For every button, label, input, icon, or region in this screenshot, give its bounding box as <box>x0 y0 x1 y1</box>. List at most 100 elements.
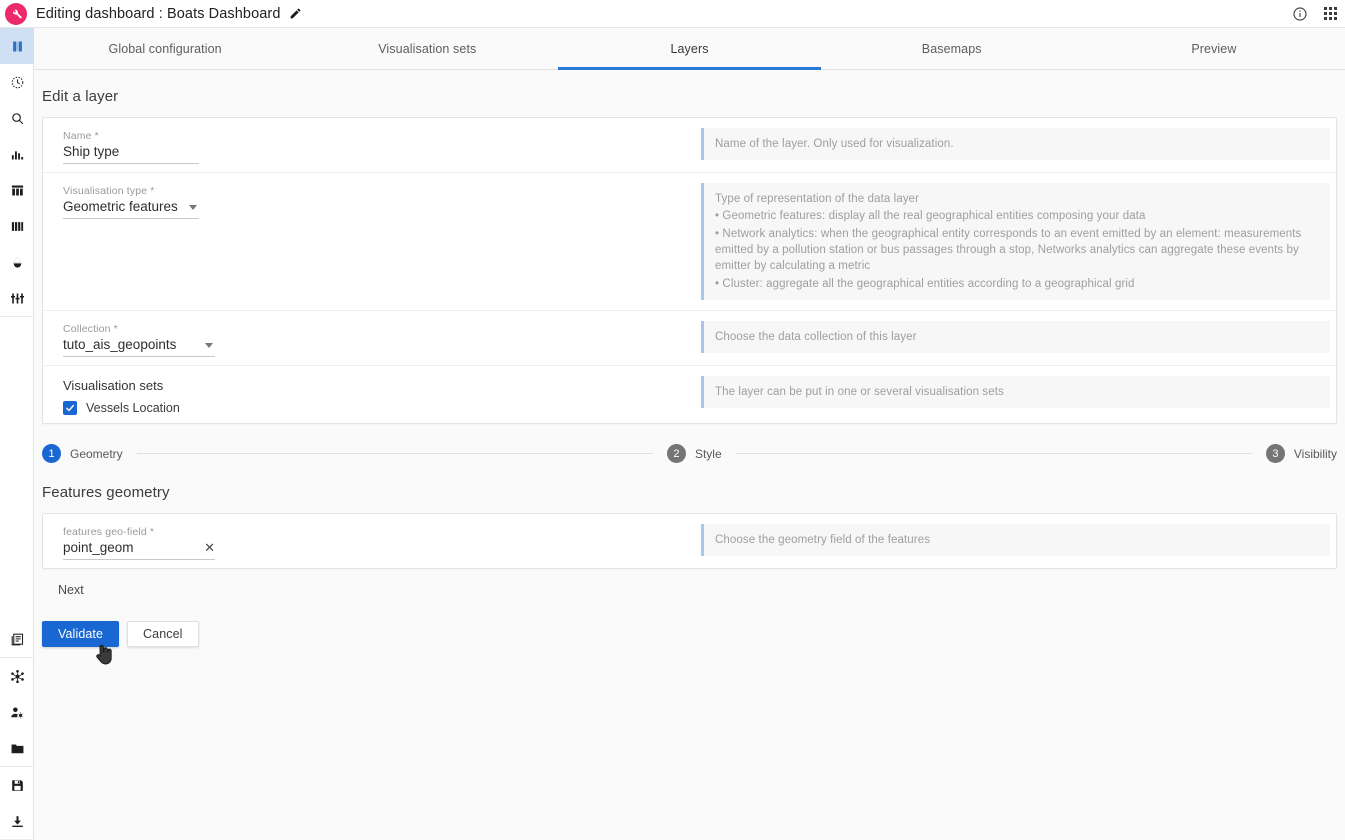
next-button[interactable]: Next <box>34 569 84 597</box>
form-row-visualisation-type: Visualisation type * Geometric features … <box>43 173 1336 311</box>
geo-field-help-text: Choose the geometry field of the feature… <box>715 533 931 546</box>
form-row-vsets-left: Visualisation sets Vessels Location <box>43 366 701 423</box>
sidebar-item-droplet[interactable] <box>0 244 34 280</box>
form-row-visualisation-sets: Visualisation sets Vessels Location The … <box>43 366 1336 423</box>
rail-group-primary <box>0 28 34 317</box>
close-x-icon[interactable]: ✕ <box>204 541 215 554</box>
validate-button[interactable]: Validate <box>42 620 120 647</box>
vessels-location-checkbox[interactable] <box>63 400 77 415</box>
tab-label: Basemaps <box>921 41 982 56</box>
apps-grid-icon[interactable] <box>1315 0 1345 28</box>
sidebar-item-timeline[interactable] <box>0 64 34 100</box>
sidebar-item-columns[interactable] <box>0 208 34 244</box>
vessels-location-label: Vessels Location <box>86 400 180 415</box>
step-geometry-number: 1 <box>42 444 61 464</box>
sidebar-item-table[interactable] <box>0 172 34 208</box>
form-row-geofield-left: features geo-field * point_geom ✕ <box>43 514 701 568</box>
vsets-help-text: The layer can be put in one or several v… <box>715 385 1004 398</box>
rail-subgroup-io <box>0 767 34 840</box>
tab-label: Global configuration <box>108 41 222 56</box>
page-title-text: Editing dashboard : Boats Dashboard <box>36 5 281 22</box>
layer-form-card: Name * Name of the layer. Only used for … <box>42 117 1337 424</box>
features-geometry-heading: Features geometry <box>42 483 170 501</box>
name-input-wrap[interactable] <box>63 144 240 164</box>
sidebar-item-search[interactable] <box>0 100 34 136</box>
step-geometry-label: Geometry <box>70 446 123 461</box>
rail-subgroup-tools <box>0 658 34 767</box>
chevron-down-icon[interactable] <box>205 342 213 348</box>
step-style-label: Style <box>694 446 722 461</box>
form-row-name-left: Name * <box>43 118 701 172</box>
form-row-collection-right: Choose the data collection of this layer <box>701 311 1336 365</box>
visualisation-type-label: Visualisation type * <box>63 185 155 197</box>
visualisation-set-option[interactable]: Vessels Location <box>63 400 701 415</box>
geo-field-input-wrap[interactable]: point_geom ✕ <box>63 540 215 560</box>
tab-basemaps[interactable]: Basemaps <box>821 28 1083 69</box>
form-row-geo-field: features geo-field * point_geom ✕ Choose… <box>43 514 1336 568</box>
pointer-hand-cursor <box>95 643 113 670</box>
tab-layers[interactable]: Layers <box>558 28 821 70</box>
visualisation-type-select[interactable]: Geometric features <box>63 199 199 219</box>
sidebar-item-user-settings[interactable] <box>0 694 34 730</box>
visualisation-type-value: Geometric features <box>63 199 178 214</box>
page-content: Edit a layer Name * Name of the layer. O… <box>34 70 1345 840</box>
vistype-help-line-1: • Geometric features: display all the re… <box>715 210 1146 223</box>
geo-field-label: features geo-field * <box>63 525 155 538</box>
name-input[interactable] <box>63 144 240 159</box>
tab-visualisation-sets[interactable]: Visualisation sets <box>296 28 558 69</box>
sidebar-item-download[interactable] <box>0 803 34 839</box>
features-geometry-card: features geo-field * point_geom ✕ Choose… <box>42 512 1337 569</box>
sidebar-item-analytics[interactable] <box>0 136 34 172</box>
pencil-icon[interactable] <box>289 7 302 20</box>
tab-global-configuration[interactable]: Global configuration <box>34 28 296 69</box>
vistype-help-title: Type of representation of the data layer <box>715 193 920 205</box>
form-row-vistype-right: Type of representation of the data layer… <box>701 173 1336 310</box>
tab-label: Visualisation sets <box>378 41 477 56</box>
collection-help-text: Choose the data collection of this layer <box>715 330 917 343</box>
app-root: Editing dashboard : Boats Dashboard Glob… <box>0 0 1345 840</box>
vistype-help-line-2: • Network analytics: when the geographic… <box>715 227 1302 273</box>
rail-subgroup-pages <box>0 621 34 658</box>
top-bar: Editing dashboard : Boats Dashboard <box>0 0 1345 28</box>
step-visibility-label: Visibility <box>1293 446 1337 461</box>
form-row-vistype-left: Visualisation type * Geometric features <box>43 173 701 310</box>
tab-preview[interactable]: Preview <box>1083 28 1345 69</box>
step-visibility[interactable]: 3 Visibility <box>1265 444 1337 464</box>
wrench-logo-icon[interactable] <box>5 2 27 25</box>
layer-stepper: 1 Geometry 2 Style 3 Visibility <box>42 438 1337 470</box>
info-circle-icon[interactable] <box>1285 0 1315 28</box>
name-help-text: Name of the layer. Only used for visuali… <box>715 138 954 150</box>
form-actions: Validate Cancel <box>34 599 1345 665</box>
sidebar-item-network[interactable] <box>0 658 34 694</box>
collection-value: tuto_ais_geopoints <box>63 336 177 352</box>
form-row-geofield-right: Choose the geometry field of the feature… <box>701 514 1336 568</box>
sidebar-item-sliders[interactable] <box>0 280 34 316</box>
chevron-down-icon[interactable] <box>189 205 197 210</box>
edit-layer-heading: Edit a layer <box>42 88 119 105</box>
cancel-button[interactable]: Cancel <box>127 620 199 647</box>
collection-select[interactable]: tuto_ais_geopoints <box>63 337 215 357</box>
tab-label: Layers <box>670 41 709 56</box>
sidebar-item-map[interactable] <box>0 28 34 64</box>
step-geometry[interactable]: 1 Geometry <box>42 444 123 464</box>
visualisation-type-help-box: Type of representation of the data layer… <box>701 183 1330 300</box>
name-help-box: Name of the layer. Only used for visuali… <box>701 128 1330 161</box>
step-visibility-number: 3 <box>1265 444 1285 464</box>
visualisation-sets-help-box: The layer can be put in one or several v… <box>701 375 1330 409</box>
step-connector <box>136 453 653 455</box>
rail-group-bottom <box>0 621 34 840</box>
form-row-name-right: Name of the layer. Only used for visuali… <box>701 118 1336 172</box>
form-row-collection: Collection * tuto_ais_geopoints Choose t… <box>43 311 1336 366</box>
sidebar-item-pages[interactable] <box>0 621 34 657</box>
form-row-collection-left: Collection * tuto_ais_geopoints <box>43 311 701 365</box>
form-row-name: Name * Name of the layer. Only used for … <box>43 118 1336 173</box>
name-field-label: Name * <box>63 130 99 142</box>
step-style-number: 2 <box>666 444 686 464</box>
form-row-vsets-right: The layer can be put in one or several v… <box>701 366 1336 423</box>
step-style[interactable]: 2 Style <box>666 444 722 464</box>
collection-help-box: Choose the data collection of this layer <box>701 320 1330 354</box>
tab-label: Preview <box>1191 41 1237 56</box>
sidebar-item-folder[interactable] <box>0 730 34 766</box>
sidebar-item-save[interactable] <box>0 767 34 803</box>
tab-bar: Global configuration Visualisation sets … <box>34 28 1345 70</box>
